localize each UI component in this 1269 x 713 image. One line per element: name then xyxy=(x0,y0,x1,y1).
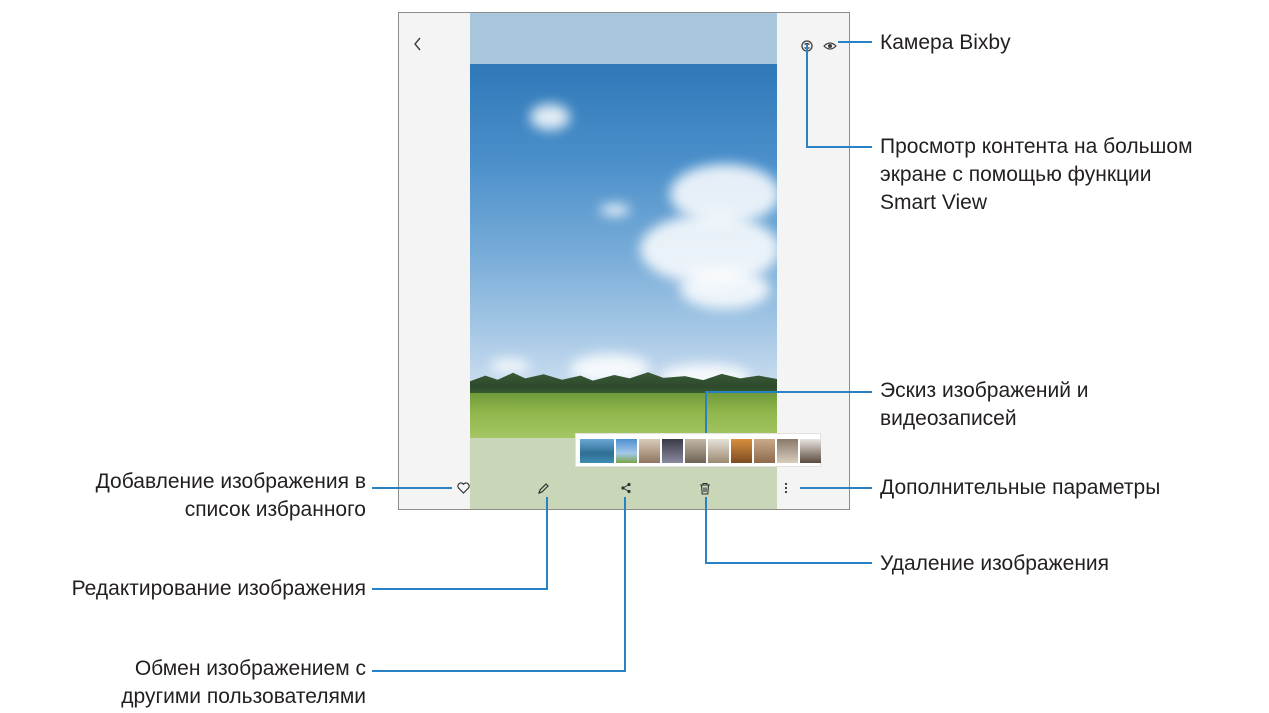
gallery-photo-viewer xyxy=(398,12,850,510)
thumbnail[interactable] xyxy=(580,439,614,463)
thumbnail[interactable] xyxy=(639,439,660,463)
more-options-icon[interactable] xyxy=(784,482,788,497)
callout-line-thumbnails xyxy=(705,391,707,433)
callout-line-edit xyxy=(546,497,548,590)
thumbnail[interactable] xyxy=(708,439,729,463)
callout-line-edit xyxy=(372,588,548,590)
label-thumbnails: Эскиз изображений и видеозаписей xyxy=(880,379,1089,430)
label-bixby-camera: Камера Bixby xyxy=(880,31,1011,54)
thumbnail[interactable] xyxy=(800,439,821,463)
heart-icon[interactable] xyxy=(457,482,470,497)
label-delete: Удаление изображения xyxy=(880,552,1110,575)
callout-line-bixby xyxy=(838,41,872,43)
share-icon[interactable] xyxy=(620,482,632,497)
label-smart-view: Просмотр контента на большом экране с по… xyxy=(880,135,1193,214)
callout-line-smart-view xyxy=(806,44,808,148)
thumbnail[interactable] xyxy=(662,439,683,463)
thumbnail[interactable] xyxy=(685,439,706,463)
trash-icon[interactable] xyxy=(699,482,711,498)
thumbnail[interactable] xyxy=(754,439,775,463)
callout-line-thumbnails xyxy=(705,391,872,393)
thumbnail[interactable] xyxy=(616,439,637,463)
label-favorite: Добавление изображения в список избранно… xyxy=(95,470,366,521)
thumbnail-strip[interactable] xyxy=(575,433,821,467)
thumbnail[interactable] xyxy=(731,439,752,463)
back-chevron-icon[interactable] xyxy=(413,37,423,53)
callout-line-share xyxy=(372,670,626,672)
callout-line-favorite xyxy=(372,487,452,489)
eye-icon[interactable] xyxy=(823,39,837,55)
pencil-icon[interactable] xyxy=(537,482,550,498)
callout-line-more xyxy=(800,487,872,489)
thumbnail[interactable] xyxy=(777,439,798,463)
label-more-options: Дополнительные параметры xyxy=(880,476,1161,499)
callout-line-delete xyxy=(705,562,872,564)
callout-line-share xyxy=(624,497,626,672)
callout-line-delete xyxy=(705,497,707,564)
callout-line-smart-view xyxy=(806,146,872,148)
label-edit: Редактирование изображения xyxy=(71,577,366,600)
label-share: Обмен изображением с другими пользовател… xyxy=(121,657,366,708)
